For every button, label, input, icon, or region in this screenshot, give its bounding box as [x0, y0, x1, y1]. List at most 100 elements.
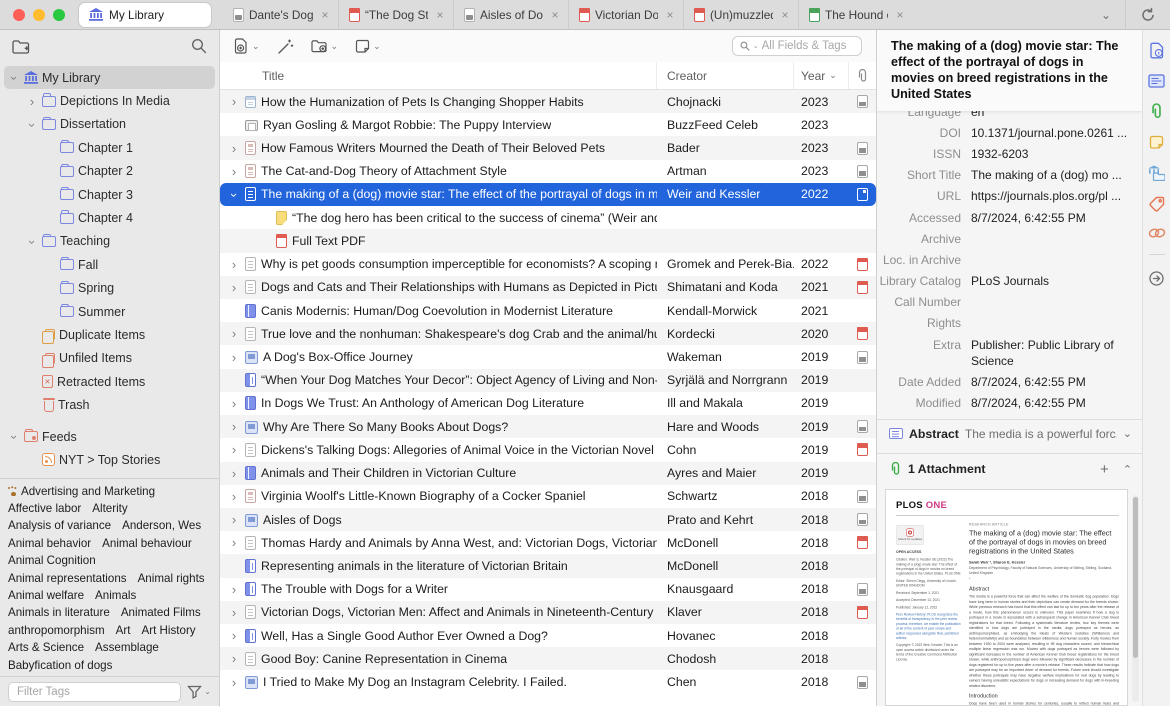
item-row[interactable]: › Dickens's Talking Dogs: Allegories of A… [220, 438, 876, 461]
item-row[interactable]: › In Dogs We Trust: An Anthology of Ameri… [220, 392, 876, 415]
close-tab-icon[interactable]: × [893, 8, 907, 22]
sidebar-item-duplicate-items[interactable]: ›Duplicate Items [4, 323, 215, 346]
item-row[interactable]: › The Cat-and-Dog Theory of Attachment St… [220, 160, 876, 183]
tag-item[interactable]: Advertising and Marketing [8, 485, 155, 498]
tag-item[interactable]: Arts & Science [8, 641, 84, 654]
field-value[interactable]: 8/7/2024, 6:42:55 PM [971, 210, 1132, 226]
minimize-window-button[interactable] [33, 8, 45, 21]
item-row[interactable]: › Why Are There So Many Books About Dogs?… [220, 415, 876, 439]
item-row[interactable]: › Victorian Dogs, Victorian Men: Affect a… [220, 600, 876, 625]
new-collection-button[interactable] [12, 39, 30, 54]
tag-item[interactable]: Animal behaviour [102, 537, 192, 550]
chevron-up-icon[interactable]: ⌃ [1123, 463, 1132, 476]
field-value[interactable]: The making of a (dog) mo ... [971, 167, 1132, 183]
tag-item[interactable]: Babyfication of dogs [8, 659, 112, 672]
expand-chevron-icon[interactable]: › [228, 351, 240, 364]
expand-chevron-icon[interactable]: › [228, 142, 240, 155]
tab-my-library[interactable]: My Library [79, 2, 211, 27]
sidebar-item-trash[interactable]: ›Trash [4, 393, 215, 416]
tag-item[interactable]: Affective labor [8, 502, 81, 515]
item-row[interactable]: › A Dog's Box-Office Journey Wakeman 2019 [220, 345, 876, 368]
reader-tab[interactable]: (Un)muzzled: Dogs × [683, 0, 798, 29]
expand-chevron-icon[interactable]: › [228, 467, 240, 480]
expand-chevron-icon[interactable]: › [228, 281, 240, 294]
expand-chevron-icon[interactable]: › [228, 420, 240, 433]
add-attachment-button[interactable]: ⌄ [310, 39, 338, 54]
notes-icon[interactable] [1149, 135, 1164, 150]
sidebar-item-retracted-items[interactable]: ›Retracted Items [4, 370, 215, 393]
tag-item[interactable]: Animals in literature [8, 606, 110, 619]
expand-chevron-icon[interactable]: › [227, 189, 242, 201]
reader-tab[interactable]: The Hound of the B × [798, 0, 913, 29]
close-tab-icon[interactable]: × [548, 8, 562, 22]
reader-tab[interactable]: Aisles of Dogs - Pra × [453, 0, 568, 29]
column-header-creator[interactable]: Creator [657, 62, 794, 89]
expand-chevron-icon[interactable]: › [228, 676, 240, 689]
tag-filter-options-button[interactable]: ⌄ [187, 685, 211, 699]
items-search-input[interactable] [761, 40, 854, 52]
item-row[interactable]: › How the Humanization of Pets Is Changin… [220, 90, 876, 114]
item-row[interactable]: ›Ryan Gosling & Margot Robbie: The Puppy… [220, 113, 876, 136]
related-icon[interactable] [1148, 227, 1166, 239]
item-row[interactable]: › Dogs and Cats and Their Relationships w… [220, 275, 876, 299]
item-row[interactable]: › The making of a (dog) movie star: The e… [220, 182, 876, 207]
reader-tab[interactable]: “The Dog Stole the I × [338, 0, 453, 29]
sidebar-item-chapter-2[interactable]: ›Chapter 2 [4, 160, 215, 183]
sidebar-item-dissertation[interactable]: › Dissertation [4, 113, 215, 136]
field-value[interactable]: 8/7/2024, 6:42:55 PM [971, 395, 1132, 411]
item-row[interactable]: › Why is pet goods consumption impercepti… [220, 253, 876, 276]
sidebar-item-chapter-1[interactable]: ›Chapter 1 [4, 136, 215, 159]
new-item-button[interactable]: ⌄ [234, 37, 260, 55]
sync-button[interactable] [1126, 7, 1170, 23]
sidebar-item-summer[interactable]: ›Summer [4, 300, 215, 323]
sidebar-item-spring[interactable]: ›Spring [4, 277, 215, 300]
expand-chevron-icon[interactable]: › [228, 583, 240, 596]
tab-list-chevron-icon[interactable]: ⌄ [1087, 8, 1125, 22]
add-by-identifier-button[interactable] [277, 38, 294, 55]
expand-chevron-icon[interactable]: › [228, 490, 240, 503]
preview-scrollbar[interactable] [1132, 494, 1139, 702]
item-row[interactable]: › Virginia Woolf's Little-Known Biography… [220, 485, 876, 508]
sidebar-item-feeds[interactable]: › Feeds [4, 425, 215, 448]
locate-icon[interactable] [1148, 270, 1165, 287]
pdf-attachment-preview[interactable]: PLOS ONE Check for updates OPEN ACCESS C… [885, 488, 1128, 706]
item-row[interactable]: ›“When Your Dog Matches Your Decor”: Obj… [220, 368, 876, 392]
tag-item[interactable]: anthropomorphism [8, 624, 105, 637]
items-search-field[interactable]: ⌄ [732, 36, 862, 56]
item-row[interactable]: › True love and the nonhuman: Shakespeare… [220, 322, 876, 346]
item-row[interactable]: › The Trouble with Dogs for a Writer Knaus… [220, 578, 876, 601]
field-value[interactable]: Publisher: Public Library of Science [971, 337, 1132, 369]
close-tab-icon[interactable]: × [663, 8, 677, 22]
filter-tags-input[interactable] [8, 681, 182, 702]
field-value[interactable] [971, 294, 1132, 310]
sidebar-item-my-library[interactable]: › My Library [4, 66, 215, 90]
expand-chevron-icon[interactable]: › [228, 536, 240, 549]
expand-chevron-icon[interactable]: › [228, 513, 240, 526]
sidebar-item-teaching[interactable]: › Teaching [4, 230, 215, 253]
field-value[interactable]: 1932-6203 [971, 146, 1132, 162]
item-row[interactable]: › I Tried to Make My Dog an Instagram Cel… [220, 670, 876, 693]
column-header-year[interactable]: Year ⌄ [794, 62, 849, 89]
chevron-down-icon[interactable]: ⌄ [1123, 427, 1132, 440]
tag-item[interactable]: Animal welfare [8, 589, 84, 602]
field-value[interactable]: https://journals.plos.org/pl ... [971, 188, 1132, 204]
sidebar-item-nyt-top-stories[interactable]: ›NYT > Top Stories [4, 448, 215, 471]
expand-chevron-icon[interactable]: › [228, 165, 240, 178]
sidebar-item-chapter-4[interactable]: ›Chapter 4 [4, 206, 215, 229]
tag-item[interactable]: Animals [95, 589, 136, 602]
item-row[interactable]: › Well, Has a Single Good Author Ever Own… [220, 624, 876, 647]
tag-item[interactable]: Animal rights [138, 572, 205, 585]
field-value[interactable]: 10.1371/journal.pone.0261 ... [971, 125, 1132, 141]
expand-chevron-icon[interactable]: › [228, 443, 240, 456]
item-row[interactable]: › Good Boy: Canine Representation in Cine… [220, 647, 876, 671]
sidebar-item-chapter-3[interactable]: ›Chapter 3 [4, 183, 215, 206]
field-value[interactable] [971, 231, 1132, 247]
child-attachment-row[interactable]: ›Full Text PDF [220, 229, 876, 253]
info-icon[interactable] [1149, 42, 1165, 59]
tag-item[interactable]: Art History [142, 624, 196, 637]
tag-item[interactable]: Alterity [92, 502, 127, 515]
tag-item[interactable]: Analysis of variance [8, 519, 111, 532]
add-attachment-button[interactable]: + [1100, 461, 1109, 478]
sidebar-item-unfiled-items[interactable]: ›Unfiled Items [4, 347, 215, 370]
child-attachment-row[interactable]: ›“The dog hero has been critical to the … [220, 206, 876, 229]
